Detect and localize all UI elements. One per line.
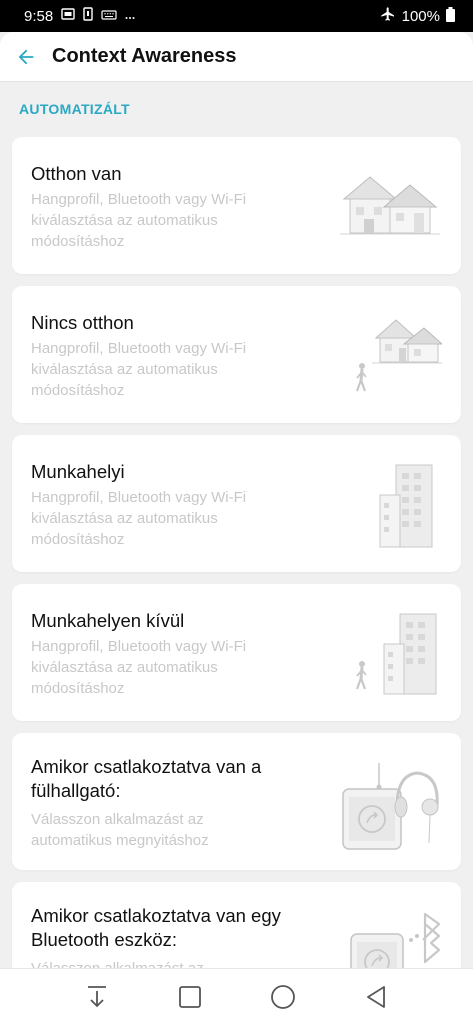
card-not-at-home[interactable]: Nincs otthon Hangprofil, Bluetooth vagy … bbox=[12, 286, 461, 423]
card-description: Hangprofil, Bluetooth vagy Wi-Fi kiválas… bbox=[31, 340, 247, 399]
status-time: 9:58 bbox=[24, 7, 54, 25]
card-description: Hangprofil, Bluetooth vagy Wi-Fi kiválas… bbox=[31, 489, 247, 548]
airplane-icon bbox=[380, 6, 396, 26]
card-title: Munkahelyi bbox=[31, 461, 125, 482]
section-header: AUTOMATIZÁLT bbox=[19, 101, 130, 117]
card-title: Amikor csatlakoztatva van a fülhallgató: bbox=[31, 756, 262, 801]
card-headset-connected[interactable]: Amikor csatlakoztatva van a fülhallgató:… bbox=[12, 733, 461, 870]
card-title: Munkahelyen kívül bbox=[31, 610, 185, 631]
app-bar: Context Awareness bbox=[0, 32, 473, 82]
office-walking-icon bbox=[355, 613, 437, 695]
battery-icon bbox=[446, 6, 455, 26]
card-title: Otthon van bbox=[31, 163, 122, 184]
headphones-app-icon bbox=[342, 763, 439, 850]
back-nav-button[interactable] bbox=[356, 977, 396, 1017]
keyboard-icon bbox=[101, 8, 117, 25]
home-circle-icon bbox=[271, 984, 296, 1009]
status-bar: 9:58 100% bbox=[0, 0, 473, 32]
more-icon bbox=[125, 8, 135, 25]
recents-button[interactable] bbox=[170, 977, 210, 1017]
notification-pull-icon bbox=[87, 985, 106, 1007]
back-button[interactable] bbox=[0, 32, 52, 82]
house-icon bbox=[340, 176, 440, 235]
house-walking-icon bbox=[355, 319, 442, 392]
card-description: Válasszon alkalmazást az automatikus meg… bbox=[31, 811, 209, 849]
sim-icon bbox=[61, 7, 75, 25]
card-icon bbox=[83, 7, 93, 25]
card-title: Amikor csatlakoztatva van egy Bluetooth … bbox=[31, 905, 281, 950]
recents-square-icon bbox=[178, 985, 201, 1008]
back-triangle-icon bbox=[367, 985, 386, 1008]
card-at-home[interactable]: Otthon van Hangprofil, Bluetooth vagy Wi… bbox=[12, 137, 461, 274]
arrow-left-icon bbox=[18, 49, 34, 64]
notification-pull-button[interactable] bbox=[77, 977, 117, 1017]
page-title: Context Awareness bbox=[52, 45, 237, 67]
office-building-icon bbox=[379, 464, 433, 548]
card-out-of-work[interactable]: Munkahelyen kívül Hangprofil, Bluetooth … bbox=[12, 584, 461, 721]
navigation-bar bbox=[0, 968, 473, 1024]
card-at-work[interactable]: Munkahelyi Hangprofil, Bluetooth vagy Wi… bbox=[12, 435, 461, 572]
home-button[interactable] bbox=[263, 977, 303, 1017]
card-title: Nincs otthon bbox=[31, 312, 134, 333]
card-description: Hangprofil, Bluetooth vagy Wi-Fi kiválas… bbox=[31, 638, 247, 697]
card-description: Hangprofil, Bluetooth vagy Wi-Fi kiválas… bbox=[31, 191, 247, 250]
battery-percent: 100% bbox=[401, 7, 440, 25]
